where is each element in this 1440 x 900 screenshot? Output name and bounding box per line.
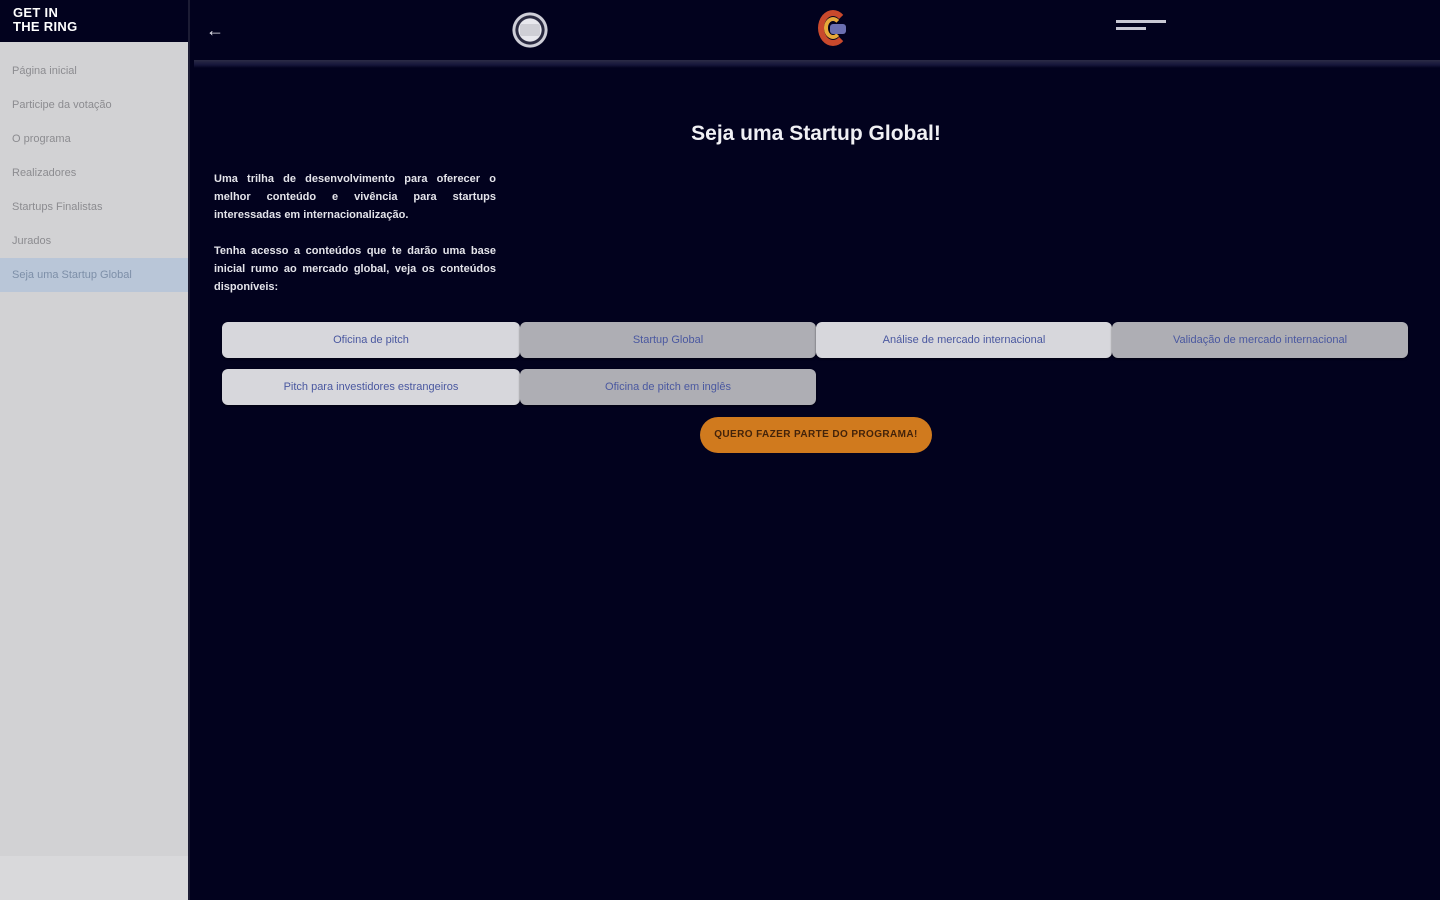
arrow-left-icon: ← <box>206 20 224 40</box>
sidebar-item-startups-finalistas[interactable]: Startups Finalistas <box>0 190 188 224</box>
intro-text: Uma trilha de desenvolvimento para ofere… <box>214 170 496 296</box>
sidebar-footer <box>0 856 188 900</box>
sidebar-item-o-programa[interactable]: O programa <box>0 122 188 156</box>
sidebar-item-jurados[interactable]: Jurados <box>0 224 188 258</box>
sidebar-header: GET IN THE RING <box>0 0 188 42</box>
validacao-de-mercado-button[interactable]: Validação de mercado internacional <box>1112 322 1408 358</box>
sidebar: GET IN THE RING Página inicial Participe… <box>0 0 188 900</box>
sidebar-nav: Página inicial Participe da votação O pr… <box>0 42 188 292</box>
oficina-de-pitch-button[interactable]: Oficina de pitch <box>222 322 520 358</box>
top-bar: ← <box>190 0 1440 62</box>
pitch-investidores-button[interactable]: Pitch para investidores estrangeiros <box>222 369 520 405</box>
sidebar-item-participe-da-votacao[interactable]: Participe da votação <box>0 88 188 122</box>
join-program-button[interactable]: QUERO FAZER PARTE DO PROGRAMA! <box>700 417 932 453</box>
oficina-pitch-ingles-button[interactable]: Oficina de pitch em inglês <box>520 369 816 405</box>
page-title: Seja uma Startup Global! <box>691 122 941 145</box>
logo-line-1: GET IN <box>13 5 59 20</box>
partner-logo-seal <box>508 10 552 50</box>
main-content: ← Seja uma Startup Global! Uma trilha de… <box>188 0 1440 900</box>
back-button[interactable]: ← <box>204 19 226 41</box>
partner-logo-c <box>816 8 852 50</box>
intro-paragraph-1: Uma trilha de desenvolvimento para ofere… <box>214 173 496 221</box>
startup-global-button[interactable]: Startup Global <box>520 322 816 358</box>
sidebar-item-seja-uma-startup-global[interactable]: Seja uma Startup Global <box>0 258 188 292</box>
sidebar-item-realizadores[interactable]: Realizadores <box>0 156 188 190</box>
get-in-the-ring-logo[interactable]: GET IN THE RING <box>13 6 175 34</box>
analise-de-mercado-button[interactable]: Análise de mercado internacional <box>816 322 1112 358</box>
sidebar-item-pagina-inicial[interactable]: Página inicial <box>0 54 188 88</box>
header-divider <box>194 60 1440 68</box>
partner-logo-text <box>1116 20 1168 36</box>
logo-line-2: THE RING <box>13 19 78 34</box>
intro-paragraph-2: Tenha acesso a conteúdos que te darão um… <box>214 245 496 293</box>
